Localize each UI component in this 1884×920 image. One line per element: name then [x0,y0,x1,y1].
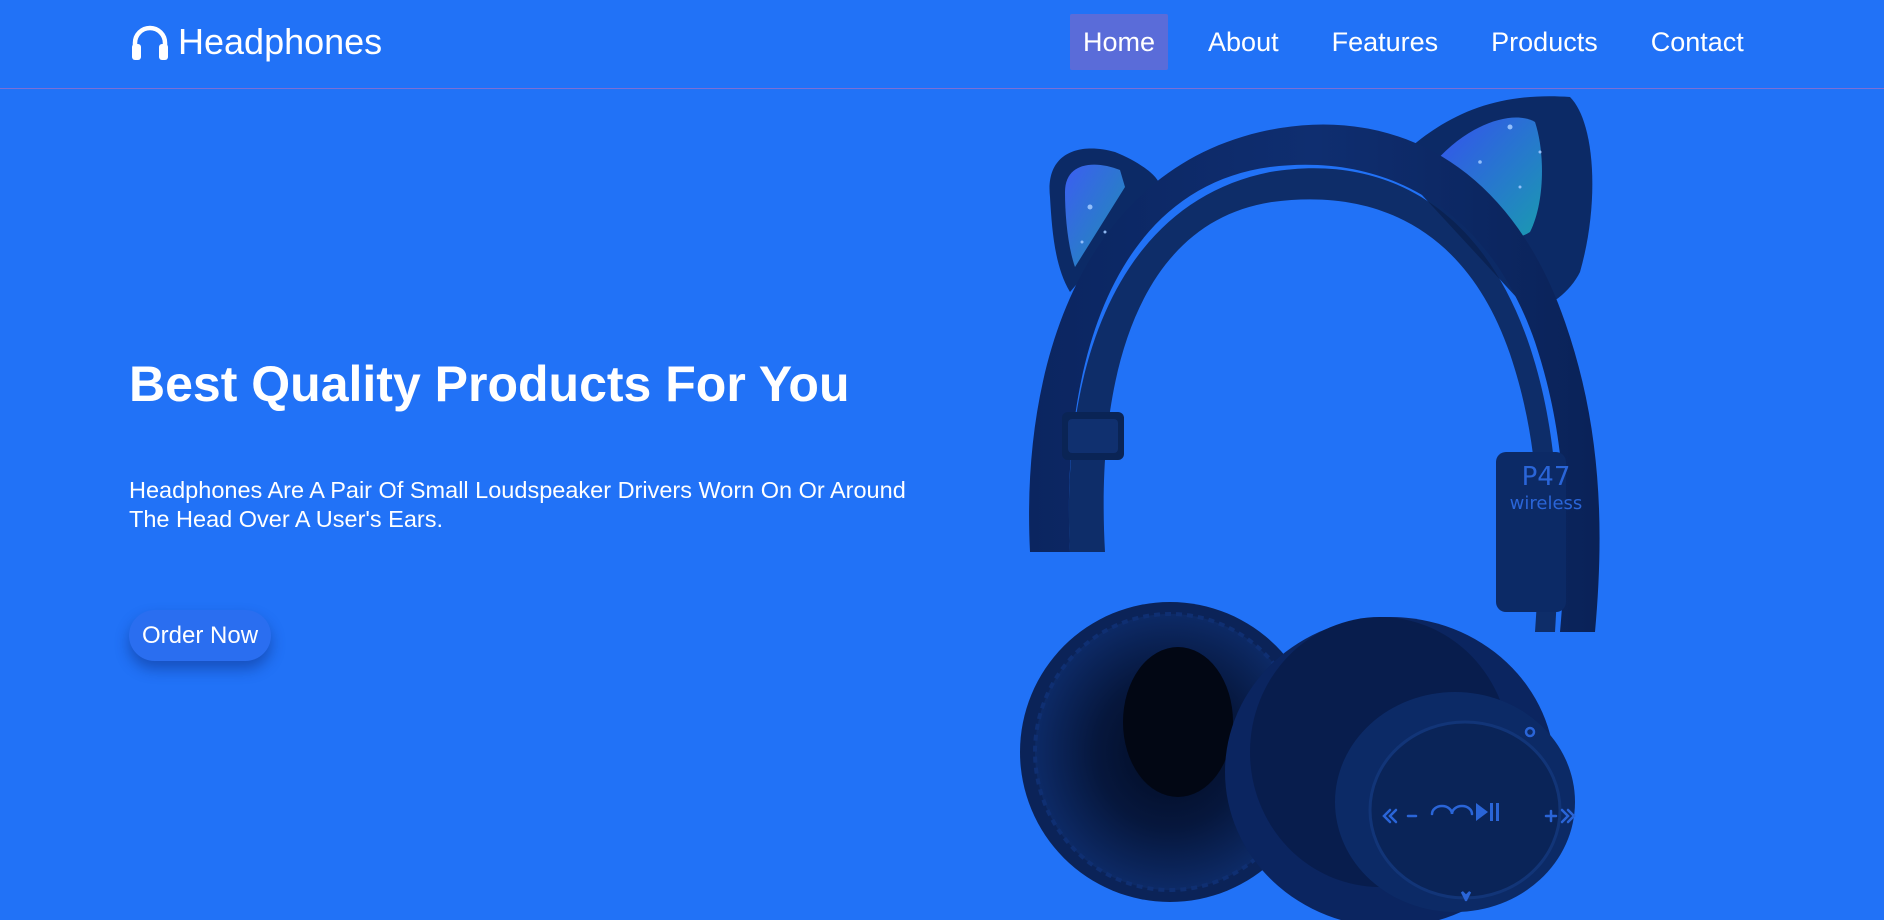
hero-description: Headphones Are A Pair Of Small Loudspeak… [129,477,906,532]
nav-products[interactable]: Products [1478,14,1611,70]
landing-page: Headphones Home About Features Products … [0,0,1884,920]
nav-home[interactable]: Home [1070,14,1169,70]
nav-about[interactable]: About [1195,14,1292,70]
headphones-icon [130,23,170,61]
site-header: Headphones Home About Features Products … [0,0,1884,89]
order-now-button[interactable]: Order Now [129,610,272,661]
brand-logo-link[interactable]: Headphones [130,20,382,64]
brand-name: Headphones [178,21,383,62]
main-nav: Home About Features Products Contact [1070,14,1757,70]
hero-title: Best Quality Products For You [129,356,850,412]
nav-features[interactable]: Features [1319,14,1452,70]
model-label: P47 [1522,462,1571,492]
headphones-product-image: P47 wireless [1010,92,1630,920]
model-sublabel: wireless [1510,493,1583,514]
nav-contact[interactable]: Contact [1638,14,1757,70]
